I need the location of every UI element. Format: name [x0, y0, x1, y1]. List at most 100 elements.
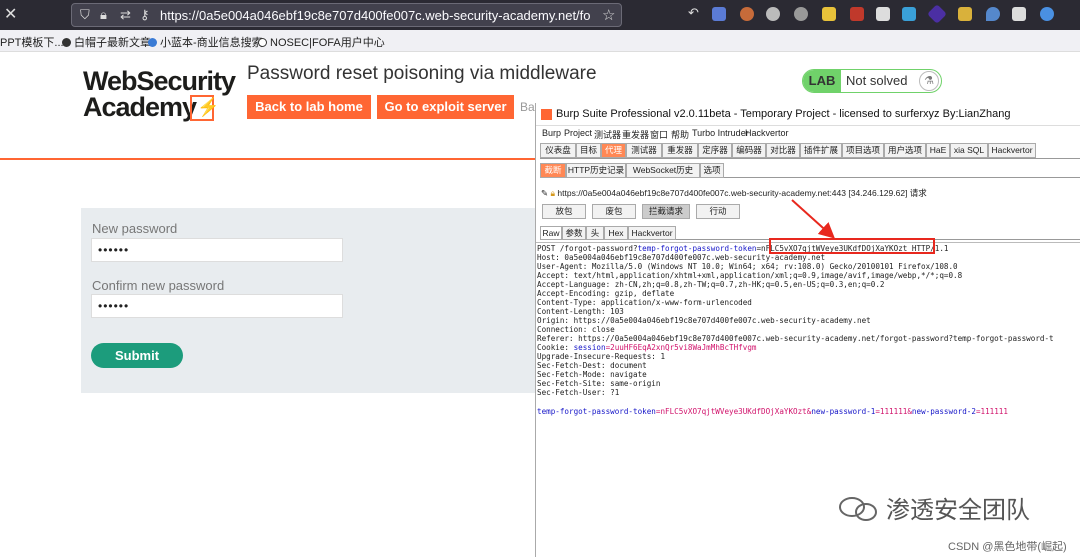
- burp-window: Burp Suite Professional v2.0.11beta - Te…: [535, 103, 1080, 557]
- url-text[interactable]: https://0a5e004a046ebf19c8e707d400fe007c…: [160, 8, 590, 23]
- tab-params[interactable]: 参数: [562, 226, 586, 240]
- shield-icon[interactable]: ⛉: [80, 7, 90, 23]
- header-line: Connection: close: [537, 325, 615, 334]
- burp-proxy-tabs: 截断 HTTP历史记录 WebSocket历史 选项: [540, 163, 1080, 178]
- menu-item[interactable]: Burp: [542, 128, 561, 138]
- extension-icon[interactable]: [1012, 7, 1026, 21]
- menu-item[interactable]: Project: [564, 128, 592, 138]
- tab-hackvertor-view[interactable]: Hackvertor: [628, 226, 676, 240]
- burp-main-tabs: 仪表盘 目标 代理 测试器 重发器 定序器 编码器 对比器 插件扩展 项目选项 …: [540, 143, 1080, 159]
- drop-button[interactable]: 废包: [592, 204, 636, 219]
- tab-xia-sql[interactable]: xia SQL: [950, 143, 988, 158]
- menu-item[interactable]: Hackvertor: [745, 128, 789, 138]
- tab-hackvertor[interactable]: Hackvertor: [988, 143, 1036, 158]
- logo-mark-icon: ⚡: [190, 95, 219, 121]
- flask-icon: ⚗: [919, 71, 939, 91]
- menu-item[interactable]: Turbo Intruder: [692, 128, 749, 138]
- burp-titlebar: Burp Suite Professional v2.0.11beta - Te…: [536, 103, 1080, 126]
- tab-decoder[interactable]: 编码器: [732, 143, 766, 158]
- header-line: Upgrade-Insecure-Requests: 1: [537, 352, 666, 361]
- browser-toolbar: ✕ ⛉ 🔒︎ ⇄ ⚷ https://0a5e004a046ebf19c8e70…: [0, 0, 1080, 30]
- bookmark-star-icon[interactable]: ☆: [602, 6, 615, 24]
- watermark-text: 渗透安全团队: [886, 497, 1030, 524]
- bookmark-item[interactable]: NOSEC|FOFA用户中心: [258, 34, 385, 50]
- tab-proxy[interactable]: 代理: [601, 143, 626, 158]
- tab-headers[interactable]: 头: [586, 226, 604, 240]
- tab-hae[interactable]: HaE: [926, 143, 950, 158]
- menu-item[interactable]: 测试器: [594, 128, 621, 141]
- lock-icon: 🔒︎: [550, 188, 556, 198]
- tab-websocket-history[interactable]: WebSocket历史: [626, 163, 700, 178]
- bookmark-item[interactable]: 白帽子最新文章: [62, 34, 151, 50]
- logo-text-line2[interactable]: Academy: [83, 92, 197, 123]
- extension-icon[interactable]: [712, 7, 726, 21]
- extension-icon[interactable]: [958, 7, 972, 21]
- lab-label: LAB: [803, 70, 841, 92]
- confirm-password-label: Confirm new password: [92, 278, 225, 293]
- bookmark-item[interactable]: 小蓝本-商业信息搜索: [148, 34, 263, 50]
- bookmark-icon: [62, 38, 71, 47]
- back-to-lab-button[interactable]: Back to lab home: [247, 95, 371, 119]
- globe-icon: [258, 38, 267, 47]
- close-icon[interactable]: ✕: [4, 4, 17, 24]
- extension-icon[interactable]: [876, 7, 890, 21]
- key-icon[interactable]: ⚷: [140, 7, 150, 23]
- header-line: Origin: https://0a5e004a046ebf19c8e707d4…: [537, 316, 871, 325]
- extension-icon[interactable]: [902, 7, 916, 21]
- intercept-toggle-button[interactable]: 拦截请求: [642, 204, 690, 219]
- tab-options[interactable]: 选项: [700, 163, 724, 178]
- tab-sequencer[interactable]: 定序器: [698, 143, 732, 158]
- token-highlight-box: [769, 238, 935, 254]
- menu-item[interactable]: 窗口: [650, 128, 668, 141]
- tab-target[interactable]: 目标: [576, 143, 601, 158]
- extension-icon[interactable]: [766, 7, 780, 21]
- bookmark-item[interactable]: PPT模板下...: [0, 34, 64, 50]
- address-bar[interactable]: ⛉ 🔒︎ ⇄ ⚷ https://0a5e004a046ebf19c8e707d…: [71, 3, 622, 27]
- lock-icon[interactable]: 🔒︎: [100, 7, 107, 23]
- confirm-password-field[interactable]: ••••••: [91, 294, 343, 318]
- tab-dashboard[interactable]: 仪表盘: [540, 143, 576, 158]
- tab-hex[interactable]: Hex: [604, 226, 628, 240]
- header-line: User-Agent: Mozilla/5.0 (Windows NT 10.0…: [537, 262, 958, 271]
- extension-icon[interactable]: [794, 7, 808, 21]
- extension-icon[interactable]: [927, 4, 947, 24]
- menu-item[interactable]: 帮助: [671, 128, 689, 141]
- submit-button[interactable]: Submit: [91, 343, 183, 368]
- extension-icon[interactable]: [1040, 7, 1054, 21]
- forward-button[interactable]: 放包: [542, 204, 586, 219]
- menu-item[interactable]: 重发器: [622, 128, 649, 141]
- header-line: Sec-Fetch-Mode: navigate: [537, 370, 647, 379]
- tab-http-history[interactable]: HTTP历史记录: [566, 163, 626, 178]
- header-line: Accept-Encoding: gzip, deflate: [537, 289, 675, 298]
- tab-raw[interactable]: Raw: [540, 226, 562, 240]
- back-link-partial[interactable]: Ba: [520, 100, 535, 114]
- location-icon[interactable]: [986, 7, 1000, 21]
- tab-intruder[interactable]: 测试器: [626, 143, 662, 158]
- tab-project-options[interactable]: 项目选项: [842, 143, 884, 158]
- action-button[interactable]: 行动: [696, 204, 740, 219]
- permissions-icon[interactable]: ⇄: [120, 7, 131, 23]
- tab-user-options[interactable]: 用户选项: [884, 143, 926, 158]
- csdn-credit: CSDN @黑色地带(崛起): [948, 541, 1067, 553]
- lab-status-badge: LAB Not solved ⚗: [802, 69, 942, 93]
- cookie-extension-icon[interactable]: [740, 7, 754, 21]
- exploit-server-button[interactable]: Go to exploit server: [377, 95, 514, 119]
- tab-repeater[interactable]: 重发器: [662, 143, 698, 158]
- burp-logo-icon: [541, 109, 552, 120]
- extension-icon[interactable]: [850, 7, 864, 21]
- tab-comparer[interactable]: 对比器: [766, 143, 800, 158]
- tab-extender[interactable]: 插件扩展: [800, 143, 842, 158]
- header-divider: [0, 158, 540, 160]
- header-line: Content-Type: application/x-www-form-url…: [537, 298, 752, 307]
- header-line: Host: 0a5e004a046ebf19c8e707d400fe007c.w…: [537, 253, 826, 262]
- header-line: Accept-Language: zh-CN,zh;q=0.8,zh-TW;q=…: [537, 280, 885, 289]
- back-arrow-icon[interactable]: ↶: [688, 5, 702, 20]
- bookmark-icon: [148, 38, 157, 47]
- header-line: Sec-Fetch-User: ?1: [537, 388, 620, 397]
- request-body-line: temp-forgot-password-token=nFLC5vXO7qjtW…: [537, 407, 1008, 416]
- pencil-icon[interactable]: ✎: [541, 188, 548, 198]
- tab-intercept[interactable]: 截断: [540, 163, 566, 178]
- header-line: Referer: https://0a5e004a046ebf19c8e707d…: [537, 334, 1054, 343]
- extension-icon[interactable]: [822, 7, 836, 21]
- new-password-field[interactable]: ••••••: [91, 238, 343, 262]
